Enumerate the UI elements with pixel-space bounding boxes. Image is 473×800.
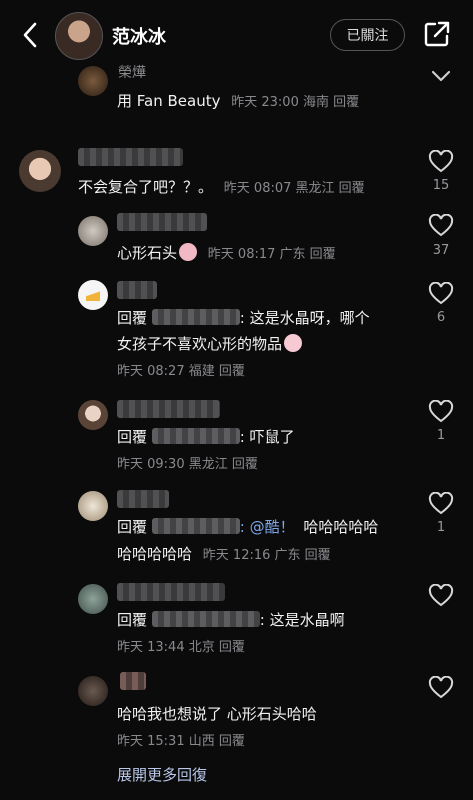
like-count: 1 (436, 520, 446, 535)
comment-meta[interactable]: 昨天 08:07 黑龙江 回覆 (224, 181, 365, 196)
like-count: 37 (432, 243, 450, 258)
chevron-left-icon[interactable] (18, 20, 42, 50)
mention-link[interactable]: : @酷！ (240, 518, 295, 536)
profile-avatar[interactable] (55, 12, 103, 60)
reply-prefix: 回覆 (117, 309, 148, 327)
avatar[interactable] (78, 676, 108, 706)
commenter-name: 榮燁 (118, 65, 146, 81)
comment-body: 哈哈我也想说了 心形石头哈哈 (117, 705, 317, 723)
reply-prefix: 回覆 (117, 611, 148, 629)
avatar[interactable] (78, 66, 108, 96)
avatar[interactable] (78, 491, 108, 521)
comment-meta[interactable]: 昨天 15:31 山西 回覆 (117, 731, 245, 753)
cheese-icon (86, 291, 100, 301)
commenter-name-redacted (78, 148, 183, 166)
reply-prefix: 回覆 (117, 428, 148, 446)
expand-more-replies-link[interactable]: 展開更多回復 (117, 764, 207, 785)
heart-icon[interactable] (428, 214, 454, 238)
avatar[interactable] (19, 150, 61, 192)
commenter-name-redacted (120, 672, 146, 690)
comment-text-line2: 哈哈哈哈哈 昨天 12:16 广东 回覆 (117, 543, 331, 567)
comment-item: 不会复合了吧？？。 昨天 08:07 黑龙江 回覆 (0, 140, 473, 200)
comment-body: : 这是水晶呀，哪个 (239, 309, 370, 327)
avatar[interactable] (78, 400, 108, 430)
heart-icon[interactable] (428, 282, 454, 306)
reply-item: 回覆 : @酷！ 哈哈哈哈哈 哈哈哈哈哈 昨天 12:16 广东 回覆 (0, 487, 473, 577)
crying-face-emoji-icon (284, 334, 303, 352)
commenter-name-redacted (117, 281, 157, 299)
avatar[interactable] (78, 280, 108, 310)
comment-text-line2: 女孩子不喜欢心形的物品 (117, 333, 303, 355)
commenter-name-redacted (117, 213, 207, 231)
heart-icon[interactable] (428, 150, 454, 174)
comment-body: 用 Fan Beauty (117, 92, 221, 110)
mention-redacted (151, 518, 240, 534)
comment-body: 哈哈哈哈哈 (117, 545, 193, 563)
mention-redacted (151, 428, 240, 444)
profile-name[interactable]: 范冰冰 (112, 23, 166, 49)
comment-body: : 这是水晶啊 (259, 611, 345, 629)
comment-text: 回覆 : 这是水晶啊 (117, 609, 345, 631)
reply-prefix: 回覆 (117, 518, 148, 536)
comment-text: 心形石头 昨天 08:17 广东 回覆 (117, 242, 336, 266)
comment-body: 女孩子不喜欢心形的物品 (117, 335, 283, 353)
like-count: 6 (436, 310, 446, 325)
comment-text: 回覆 : 吓鼠了 (117, 426, 295, 448)
avatar[interactable] (78, 216, 108, 246)
commenter-name-redacted (117, 490, 169, 508)
comment-body: 哈哈哈哈哈 (303, 518, 379, 536)
comment-meta[interactable]: 昨天 13:44 北京 回覆 (117, 637, 245, 659)
comment-body: 不会复合了吧？？。 (78, 178, 214, 196)
comment-text: 不会复合了吧？？。 昨天 08:07 黑龙江 回覆 (78, 176, 365, 200)
comment-meta[interactable]: 昨天 09:30 黑龙江 回覆 (117, 454, 258, 476)
chevron-down-icon[interactable] (428, 64, 454, 88)
avatar[interactable] (78, 584, 108, 614)
heart-icon[interactable] (428, 584, 454, 608)
comment-body: : 吓鼠了 (239, 428, 295, 446)
comment-text: 哈哈我也想说了 心形石头哈哈 (117, 703, 317, 725)
pig-emoji-icon (179, 243, 198, 261)
comment-text: 回覆 : @酷！ 哈哈哈哈哈 (117, 516, 378, 538)
heart-icon[interactable] (428, 400, 454, 424)
mention-redacted (151, 611, 260, 627)
comment-meta[interactable]: 昨天 23:00 海南 回覆 (231, 95, 359, 110)
reply-item: 哈哈我也想说了 心形石头哈哈 昨天 15:31 山西 回覆 (0, 670, 473, 750)
heart-icon[interactable] (428, 676, 454, 700)
commenter-name-redacted (117, 583, 225, 601)
commenter-name-redacted (117, 400, 220, 418)
heart-icon[interactable] (428, 492, 454, 516)
like-count: 1 (436, 428, 446, 443)
follow-button[interactable]: 已關注 (330, 19, 405, 51)
comment-item: 榮燁 用 Fan Beauty 昨天 23:00 海南 回覆 (0, 60, 473, 120)
reply-item: 回覆 : 这是水晶啊 昨天 13:44 北京 回覆 (0, 578, 473, 658)
comment-meta[interactable]: 昨天 08:27 福建 回覆 (117, 361, 245, 383)
reply-item: 回覆 : 这是水晶呀，哪个 女孩子不喜欢心形的物品 昨天 08:27 福建 回覆 (0, 276, 473, 386)
mention-redacted (151, 309, 240, 325)
comment-text: 用 Fan Beauty 昨天 23:00 海南 回覆 (117, 90, 359, 114)
comment-meta[interactable]: 昨天 08:17 广东 回覆 (208, 247, 336, 262)
comment-meta[interactable]: 昨天 12:16 广东 回覆 (203, 548, 331, 563)
reply-item: 回覆 : 吓鼠了 昨天 09:30 黑龙江 回覆 (0, 395, 473, 475)
comment-text: 回覆 : 这是水晶呀，哪个 (117, 307, 370, 329)
comment-body: 心形石头 (117, 244, 178, 262)
reply-item: 心形石头 昨天 08:17 广东 回覆 (0, 208, 473, 268)
like-count: 15 (432, 178, 450, 193)
share-icon[interactable] (423, 20, 451, 48)
